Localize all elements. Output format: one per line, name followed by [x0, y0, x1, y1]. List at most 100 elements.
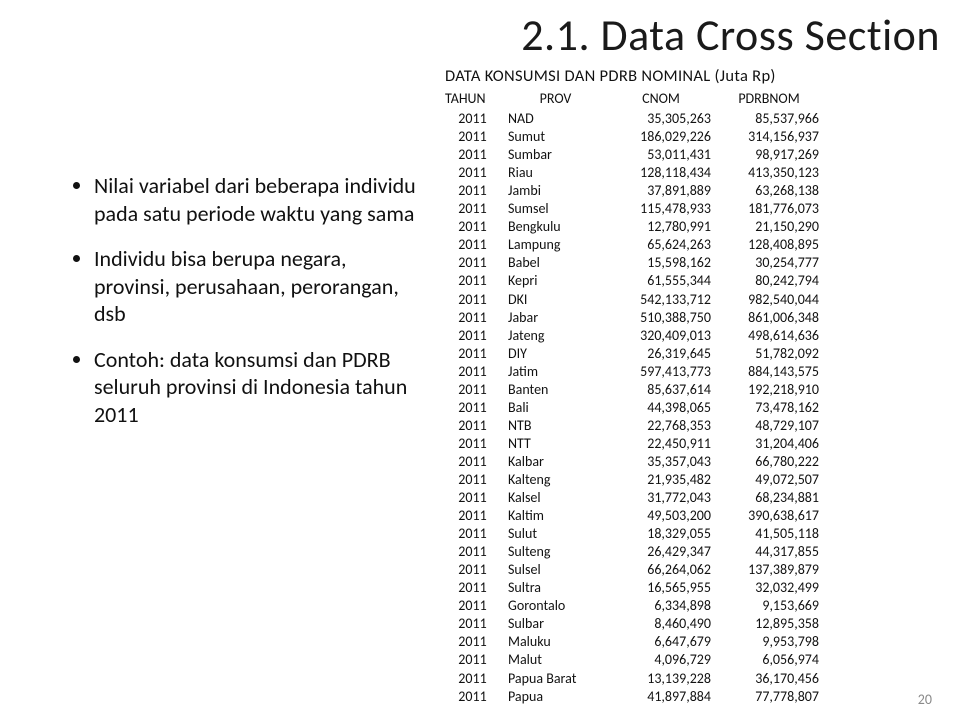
- table-row: 2011Babel15,598,16230,254,777: [445, 254, 827, 272]
- table-row: 2011Kalteng21,935,48249,072,507: [445, 471, 827, 489]
- cell-tahun: 2011: [445, 615, 508, 633]
- cell-cnom: 4,096,729: [611, 651, 719, 669]
- cell-prov: Lampung: [508, 236, 611, 254]
- cell-cnom: 49,503,200: [611, 507, 719, 525]
- cell-pdrbnom: 21,150,290: [719, 218, 827, 236]
- cell-prov: Kalteng: [508, 471, 611, 489]
- cell-tahun: 2011: [445, 291, 508, 309]
- table-row: 2011Sumut186,029,226314,156,937: [445, 128, 827, 146]
- table-row: 2011Sulsel66,264,062137,389,879: [445, 561, 827, 579]
- cell-prov: Babel: [508, 254, 611, 272]
- cell-cnom: 66,264,062: [611, 561, 719, 579]
- cell-tahun: 2011: [445, 453, 508, 471]
- cell-tahun: 2011: [445, 471, 508, 489]
- table-row: 2011Jateng320,409,013498,614,636: [445, 327, 827, 345]
- cell-prov: Sumut: [508, 128, 611, 146]
- cell-tahun: 2011: [445, 309, 508, 327]
- cell-tahun: 2011: [445, 399, 508, 417]
- table-row: 2011Riau128,118,434413,350,123: [445, 164, 827, 182]
- table-row: 2011NTT22,450,91131,204,406: [445, 435, 827, 453]
- cell-pdrbnom: 390,638,617: [719, 507, 827, 525]
- cell-pdrbnom: 48,729,107: [719, 417, 827, 435]
- cell-tahun: 2011: [445, 164, 508, 182]
- table-row: 2011Bali44,398,06573,478,162: [445, 399, 827, 417]
- cell-prov: Bengkulu: [508, 218, 611, 236]
- cell-tahun: 2011: [445, 633, 508, 651]
- cell-prov: Kaltim: [508, 507, 611, 525]
- cell-pdrbnom: 44,317,855: [719, 543, 827, 561]
- cell-pdrbnom: 51,782,092: [719, 345, 827, 363]
- cell-cnom: 320,409,013: [611, 327, 719, 345]
- bullet-list: Nilai variabel dari beberapa individu pa…: [66, 172, 416, 446]
- cell-prov: Maluku: [508, 633, 611, 651]
- table-row: 2011Sulbar8,460,49012,895,358: [445, 615, 827, 633]
- table-row: 2011Jambi37,891,88963,268,138: [445, 182, 827, 200]
- cell-cnom: 44,398,065: [611, 399, 719, 417]
- table-row: 2011Sultra16,565,95532,032,499: [445, 579, 827, 597]
- table-row: 2011DIY26,319,64551,782,092: [445, 345, 827, 363]
- cell-pdrbnom: 413,350,123: [719, 164, 827, 182]
- cell-pdrbnom: 314,156,937: [719, 128, 827, 146]
- cell-cnom: 26,429,347: [611, 543, 719, 561]
- cell-tahun: 2011: [445, 489, 508, 507]
- table-row: 2011NAD35,305,26385,537,966: [445, 110, 827, 128]
- table-row: 2011Lampung65,624,263128,408,895: [445, 236, 827, 254]
- cell-prov: Kepri: [508, 272, 611, 290]
- cell-pdrbnom: 982,540,044: [719, 291, 827, 309]
- table-row: 2011Banten85,637,614192,218,910: [445, 381, 827, 399]
- cell-pdrbnom: 192,218,910: [719, 381, 827, 399]
- cell-pdrbnom: 861,006,348: [719, 309, 827, 327]
- cell-pdrbnom: 73,478,162: [719, 399, 827, 417]
- cell-tahun: 2011: [445, 561, 508, 579]
- cell-tahun: 2011: [445, 272, 508, 290]
- cell-prov: Kalbar: [508, 453, 611, 471]
- table-row: 2011Kaltim49,503,200390,638,617: [445, 507, 827, 525]
- cell-pdrbnom: 9,953,798: [719, 633, 827, 651]
- table-caption: DATA KONSUMSI DAN PDRB NOMINAL (Juta Rp): [445, 66, 925, 86]
- cell-pdrbnom: 137,389,879: [719, 561, 827, 579]
- cell-cnom: 61,555,344: [611, 272, 719, 290]
- table-row: 2011Maluku6,647,6799,953,798: [445, 633, 827, 651]
- cell-prov: NAD: [508, 110, 611, 128]
- cell-cnom: 115,478,933: [611, 200, 719, 218]
- cell-cnom: 21,935,482: [611, 471, 719, 489]
- table-row: 2011DKI542,133,712982,540,044: [445, 291, 827, 309]
- cell-pdrbnom: 98,917,269: [719, 146, 827, 164]
- cell-tahun: 2011: [445, 381, 508, 399]
- table-row: 2011Sulteng26,429,34744,317,855: [445, 543, 827, 561]
- cell-pdrbnom: 63,268,138: [719, 182, 827, 200]
- cell-pdrbnom: 128,408,895: [719, 236, 827, 254]
- th-cnom: CNOM: [611, 90, 719, 110]
- cell-prov: Banten: [508, 381, 611, 399]
- cell-cnom: 542,133,712: [611, 291, 719, 309]
- table-row: 2011Malut4,096,7296,056,974: [445, 651, 827, 669]
- cell-cnom: 53,011,431: [611, 146, 719, 164]
- cell-pdrbnom: 85,537,966: [719, 110, 827, 128]
- cell-prov: Riau: [508, 164, 611, 182]
- cell-cnom: 65,624,263: [611, 236, 719, 254]
- cell-prov: NTB: [508, 417, 611, 435]
- cell-tahun: 2011: [445, 182, 508, 200]
- cell-pdrbnom: 66,780,222: [719, 453, 827, 471]
- cell-prov: Jatim: [508, 363, 611, 381]
- cell-tahun: 2011: [445, 651, 508, 669]
- cell-cnom: 35,305,263: [611, 110, 719, 128]
- table-row: 2011Gorontalo6,334,8989,153,669: [445, 597, 827, 615]
- cell-cnom: 18,329,055: [611, 525, 719, 543]
- cell-tahun: 2011: [445, 110, 508, 128]
- cell-prov: NTT: [508, 435, 611, 453]
- cell-tahun: 2011: [445, 327, 508, 345]
- cell-cnom: 12,780,991: [611, 218, 719, 236]
- slide-title: 2.1. Data Cross Section: [521, 8, 940, 62]
- table-header-row: TAHUN PROV CNOM PDRBNOM: [445, 90, 827, 110]
- data-table-wrap: DATA KONSUMSI DAN PDRB NOMINAL (Juta Rp)…: [445, 66, 925, 706]
- table-row: 2011Kalbar35,357,04366,780,222: [445, 453, 827, 471]
- cell-cnom: 597,413,773: [611, 363, 719, 381]
- cell-tahun: 2011: [445, 128, 508, 146]
- cell-pdrbnom: 884,143,575: [719, 363, 827, 381]
- cell-tahun: 2011: [445, 579, 508, 597]
- cell-cnom: 8,460,490: [611, 615, 719, 633]
- cell-pdrbnom: 32,032,499: [719, 579, 827, 597]
- cell-cnom: 16,565,955: [611, 579, 719, 597]
- table-row: 2011Sulut18,329,05541,505,118: [445, 525, 827, 543]
